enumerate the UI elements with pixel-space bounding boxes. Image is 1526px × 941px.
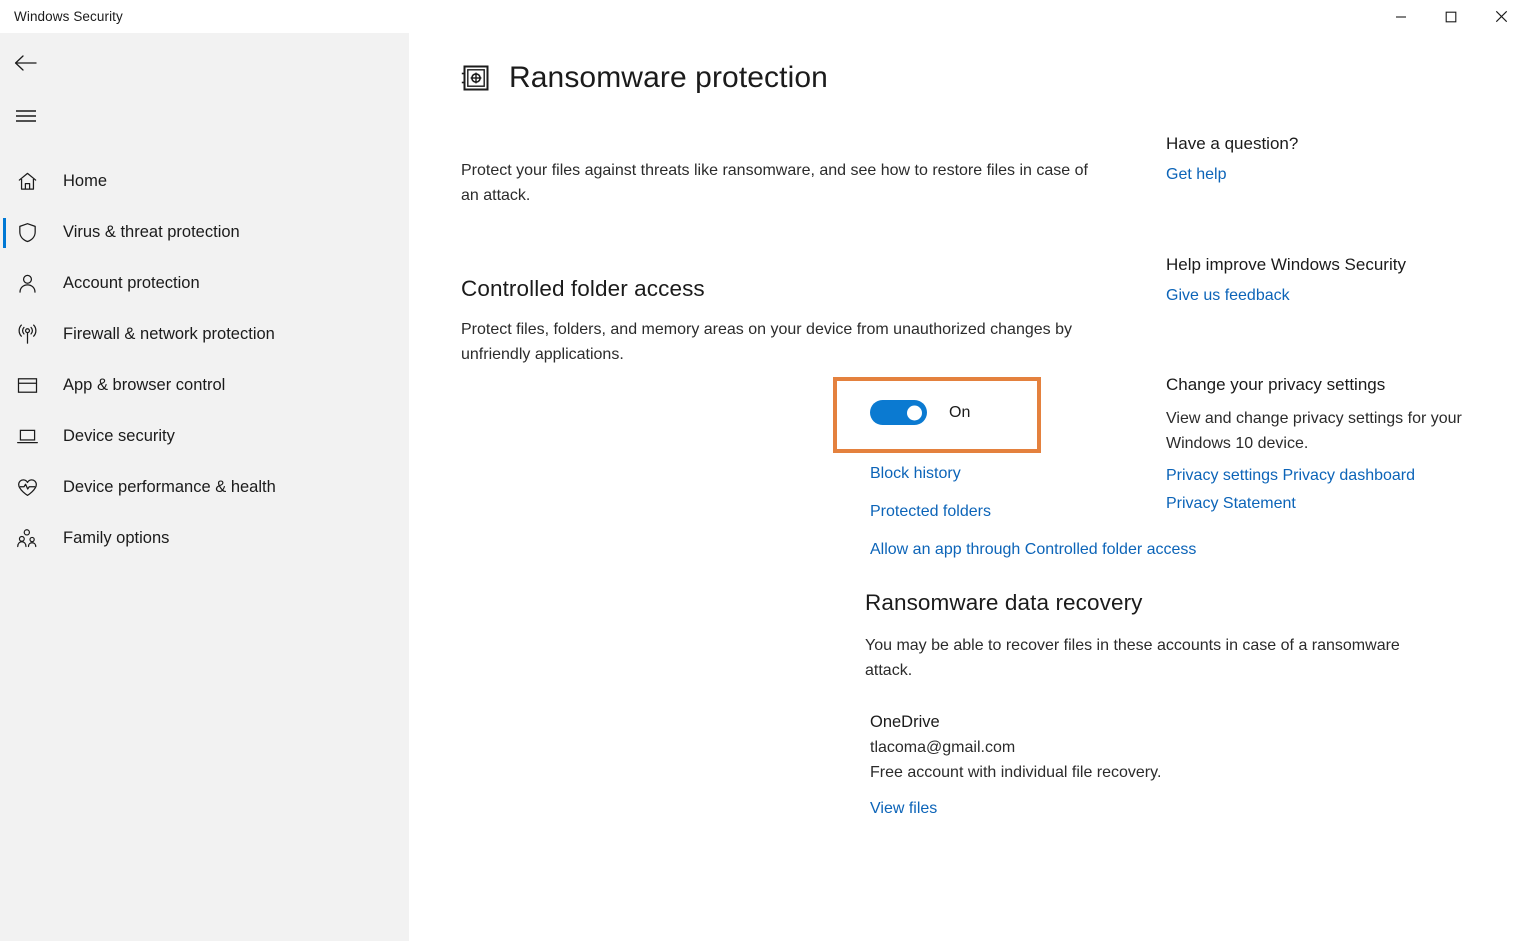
- protected-folders-link[interactable]: Protected folders: [870, 503, 1196, 521]
- broadcast-icon: [10, 323, 44, 346]
- sidebar-item-account-protection[interactable]: Account protection: [0, 258, 409, 309]
- sidebar-item-label: Account protection: [63, 274, 200, 292]
- selection-accent-bar: [3, 217, 6, 248]
- controlled-folder-access-links: Block history Protected folders Allow an…: [870, 465, 1196, 579]
- minimize-icon: [1396, 15, 1406, 18]
- back-arrow-icon: [14, 55, 37, 71]
- account-email: tlacoma@gmail.com: [870, 739, 1016, 756]
- sidebar-item-app-browser-control[interactable]: App & browser control: [0, 360, 409, 411]
- minimize-button[interactable]: [1376, 0, 1426, 33]
- sidebar-item-label: Device security: [63, 427, 175, 445]
- hamburger-menu-icon: [16, 110, 36, 122]
- people-icon: [10, 527, 44, 550]
- vault-icon: [459, 61, 493, 95]
- account-note: Free account with individual file recove…: [870, 764, 1162, 781]
- back-button[interactable]: [2, 41, 50, 85]
- window-icon: [10, 374, 44, 397]
- onedrive-account-block: OneDrive tlacoma@gmail.com Free account …: [870, 710, 1161, 785]
- controlled-folder-access-description: Protect files, folders, and memory areas…: [461, 321, 1072, 363]
- hamburger-menu-button[interactable]: [2, 94, 50, 138]
- heart-pulse-icon: [10, 476, 44, 499]
- allow-app-through-cfa-link[interactable]: Allow an app through Controlled folder a…: [870, 541, 1196, 559]
- page-header: Ransomware protection: [459, 61, 828, 95]
- sidebar-item-home[interactable]: Home: [0, 156, 409, 207]
- privacy-settings-link[interactable]: Privacy settings: [1166, 467, 1278, 485]
- ransomware-data-recovery-section: Ransomware data recovery You may be able…: [865, 590, 1515, 683]
- rail-body: View and change privacy settings for you…: [1166, 410, 1462, 452]
- controlled-folder-access-title: Controlled folder access: [461, 276, 705, 301]
- block-history-link[interactable]: Block history: [870, 465, 1196, 483]
- page-title: Ransomware protection: [509, 61, 828, 94]
- shield-icon: [10, 221, 44, 244]
- controlled-folder-access-section: Controlled folder access Protect files, …: [461, 276, 1141, 367]
- view-files-link[interactable]: View files: [870, 800, 937, 818]
- ransomware-data-recovery-description: You may be able to recover files in thes…: [865, 637, 1400, 679]
- sidebar-item-label: Virus & threat protection: [63, 223, 240, 241]
- rail-title: Have a question?: [1166, 134, 1299, 153]
- close-icon: [1495, 10, 1507, 23]
- rail-group-help-improve: Help improve Windows Security Give us fe…: [1166, 253, 1406, 305]
- privacy-dashboard-link[interactable]: Privacy dashboard: [1283, 467, 1416, 485]
- window-controls: [1376, 0, 1526, 33]
- controlled-folder-access-toggle[interactable]: [870, 400, 927, 425]
- toggle-state-label: On: [949, 403, 971, 421]
- sidebar-item-label: App & browser control: [63, 376, 226, 394]
- sidebar-item-virus-threat-protection[interactable]: Virus & threat protection: [0, 207, 409, 258]
- close-button[interactable]: [1476, 0, 1526, 33]
- privacy-statement-link[interactable]: Privacy Statement: [1166, 495, 1296, 513]
- ransomware-data-recovery-title: Ransomware data recovery: [865, 590, 1143, 615]
- toggle-knob: [907, 405, 922, 420]
- give-us-feedback-link[interactable]: Give us feedback: [1166, 287, 1290, 305]
- home-icon: [10, 170, 44, 193]
- sidebar-nav-list: Home Virus & threat protection Account p…: [0, 156, 409, 564]
- sidebar-item-device-performance-health[interactable]: Device performance & health: [0, 462, 409, 513]
- maximize-icon: [1445, 11, 1457, 22]
- maximize-button[interactable]: [1426, 0, 1476, 33]
- sidebar-item-label: Firewall & network protection: [63, 325, 275, 343]
- sidebar-item-label: Family options: [63, 529, 170, 547]
- rail-title: Help improve Windows Security: [1166, 255, 1406, 274]
- sidebar-item-label: Home: [63, 172, 108, 190]
- sidebar-item-firewall-network-protection[interactable]: Firewall & network protection: [0, 309, 409, 360]
- rail-group-have-a-question: Have a question? Get help: [1166, 132, 1298, 184]
- account-name: OneDrive: [870, 713, 940, 731]
- controlled-folder-access-toggle-row: On: [870, 400, 970, 425]
- sidebar-item-label: Device performance & health: [63, 478, 276, 496]
- rail-group-privacy-settings: Change your privacy settings View and ch…: [1166, 373, 1496, 513]
- laptop-icon: [10, 425, 44, 448]
- window-title: Windows Security: [14, 9, 123, 24]
- get-help-link[interactable]: Get help: [1166, 166, 1226, 184]
- person-icon: [10, 272, 44, 295]
- sidebar-item-device-security[interactable]: Device security: [0, 411, 409, 462]
- sidebar: Home Virus & threat protection Account p…: [0, 33, 409, 941]
- sidebar-item-family-options[interactable]: Family options: [0, 513, 409, 564]
- page-description: Protect your files against threats like …: [461, 162, 1088, 204]
- rail-title: Change your privacy settings: [1166, 375, 1386, 394]
- title-bar: Windows Security: [0, 0, 1526, 33]
